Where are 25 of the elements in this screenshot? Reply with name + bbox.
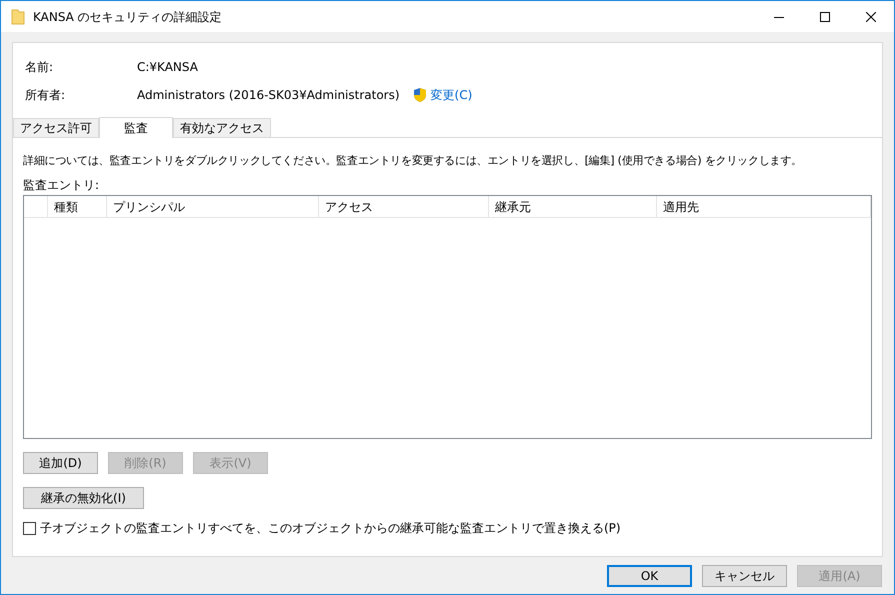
window-title: KANSA のセキュリティの詳細設定 bbox=[33, 8, 222, 26]
column-header[interactable]: 継承元 bbox=[489, 196, 657, 217]
column-header[interactable]: 適用先 bbox=[657, 196, 871, 217]
list-label: 監査エントリ: bbox=[23, 177, 100, 193]
property-value: C:¥KANSA bbox=[137, 59, 198, 76]
tab[interactable]: 有効なアクセス bbox=[173, 118, 271, 138]
dialog-button[interactable]: OK bbox=[607, 565, 692, 587]
tab[interactable]: 監査 bbox=[99, 117, 173, 138]
change-link[interactable]: 変更(C) bbox=[430, 86, 472, 104]
tab[interactable]: アクセス許可 bbox=[13, 118, 99, 138]
property-label: 名前: bbox=[25, 59, 54, 76]
disable-inheritance-button[interactable]: 継承の無効化(I) bbox=[23, 487, 144, 509]
property-label: 所有者: bbox=[25, 87, 66, 104]
audit-entries-list[interactable]: 種類 プリンシパル アクセス 継承元 適用先 bbox=[23, 195, 872, 439]
checkbox-label: 子オブジェクトの監査エントリすべてを、このオブジェクトからの継承可能な監査エントリで置き換える(P) bbox=[40, 520, 621, 537]
replace-checkbox[interactable] bbox=[23, 522, 36, 534]
column-header[interactable]: アクセス bbox=[319, 196, 489, 217]
shield-icon bbox=[412, 87, 427, 103]
column-header[interactable]: 種類 bbox=[48, 196, 107, 217]
folder-icon bbox=[11, 8, 25, 24]
property-value: Administrators (2016-SK03¥Administrators) bbox=[137, 87, 400, 104]
column-header[interactable]: プリンシパル bbox=[107, 196, 319, 217]
instructions-text: 詳細については、監査エントリをダブルクリックしてください。監査エントリを変更するには、エントリを選択し、[編集] (使用できる場合) をクリックします。 bbox=[23, 153, 802, 169]
entry-button[interactable]: 追加(D) bbox=[23, 452, 98, 474]
dialog-button[interactable]: キャンセル bbox=[702, 565, 787, 587]
